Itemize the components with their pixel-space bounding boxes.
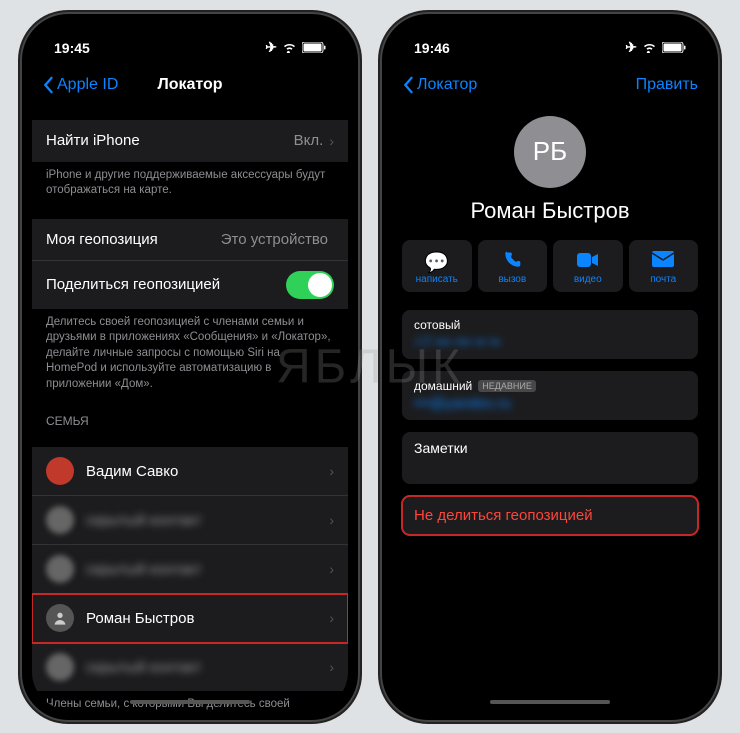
mobile-field[interactable]: сотовый +7 ••• ••• •• ••: [402, 310, 698, 359]
chevron-right-icon: ›: [329, 463, 334, 479]
avatar: [46, 457, 74, 485]
phone-left: 19:45 ✈ Apple ID Локатор Найти iPhone Вк…: [20, 12, 360, 722]
status-time: 19:45: [54, 40, 90, 56]
call-button[interactable]: вызов: [478, 240, 548, 292]
back-label: Apple ID: [57, 76, 118, 94]
field-label: сотовый: [414, 318, 686, 332]
edit-button[interactable]: Править: [636, 76, 698, 94]
stop-sharing-label: Не делиться геопозицией: [414, 507, 593, 524]
back-label: Локатор: [417, 76, 477, 94]
cell-label: Моя геопозиция: [46, 231, 221, 248]
action-label: почта: [629, 274, 699, 285]
person-name: Роман Быстров: [86, 610, 329, 627]
person-cell[interactable]: Вадим Савко›: [32, 447, 348, 496]
notch: [475, 24, 625, 50]
field-label: домашний: [414, 379, 472, 393]
person-name: Вадим Савко: [86, 463, 329, 480]
contact-avatar: РБ: [514, 116, 586, 188]
person-cell[interactable]: скрытый контакт›: [32, 545, 348, 594]
cell-value: Вкл.: [294, 132, 324, 149]
cell-label: Найти iPhone: [46, 132, 294, 149]
footer-text: iPhone и другие поддерживаемые аксессуар…: [32, 162, 348, 205]
chevron-right-icon: ›: [329, 561, 334, 577]
family-header: СЕМЬЯ: [32, 398, 348, 433]
mobile-value: +7 ••• ••• •• ••: [414, 334, 686, 351]
nav-bar: Локатор Править: [392, 64, 708, 106]
chevron-right-icon: ›: [329, 512, 334, 528]
mail-button[interactable]: почта: [629, 240, 699, 292]
message-icon: 💬: [402, 250, 472, 272]
avatar: [46, 555, 74, 583]
wifi-icon: [282, 40, 297, 56]
home-indicator[interactable]: [130, 700, 250, 704]
email-value: •••@yandex.ru: [414, 395, 686, 412]
phone-right: 19:46 ✈ Локатор Править РБ Роман Быстров…: [380, 12, 720, 722]
message-button[interactable]: 💬 написать: [402, 240, 472, 292]
home-email-field[interactable]: домашний НЕДАВНИЕ •••@yandex.ru: [402, 371, 698, 420]
battery-icon: [302, 40, 326, 56]
video-button[interactable]: видео: [553, 240, 623, 292]
person-name: скрытый контакт: [86, 659, 329, 676]
battery-icon: [662, 40, 686, 56]
nav-bar: Apple ID Локатор: [32, 64, 348, 106]
person-name: скрытый контакт: [86, 561, 329, 578]
contact-header: РБ Роман Быстров: [392, 106, 708, 240]
field-label: Заметки: [414, 440, 468, 456]
contact-name: Роман Быстров: [392, 198, 708, 224]
page-title: Локатор: [157, 76, 222, 94]
home-indicator[interactable]: [490, 700, 610, 704]
chevron-right-icon: ›: [329, 133, 334, 149]
find-iphone-cell[interactable]: Найти iPhone Вкл. ›: [32, 120, 348, 162]
action-label: написать: [402, 274, 472, 285]
stop-sharing-button[interactable]: Не делиться геопозицией: [402, 496, 698, 535]
person-name: скрытый контакт: [86, 512, 329, 529]
back-button[interactable]: Локатор: [402, 76, 477, 94]
chevron-right-icon: ›: [329, 610, 334, 626]
airplane-icon: ✈: [625, 39, 637, 56]
avatar: [46, 653, 74, 681]
phone-icon: [478, 250, 548, 272]
person-cell[interactable]: скрытый контакт›: [32, 643, 348, 691]
video-icon: [553, 250, 623, 272]
recent-badge: НЕДАВНИЕ: [478, 380, 536, 392]
mail-icon: [629, 250, 699, 272]
action-label: видео: [553, 274, 623, 285]
my-location-cell[interactable]: Моя геопозиция Это устройство: [32, 219, 348, 261]
status-time: 19:46: [414, 40, 450, 56]
cell-value: Это устройство: [221, 231, 328, 248]
avatar: [46, 604, 74, 632]
wifi-icon: [642, 40, 657, 56]
notch: [115, 24, 265, 50]
share-toggle[interactable]: [286, 271, 334, 299]
footer-text: Делитесь своей геопозицией с членами сем…: [32, 309, 348, 399]
action-label: вызов: [478, 274, 548, 285]
share-location-cell: Поделиться геопозицией: [32, 261, 348, 309]
avatar: [46, 506, 74, 534]
person-cell[interactable]: скрытый контакт›: [32, 496, 348, 545]
cell-label: Поделиться геопозицией: [46, 276, 286, 293]
person-cell[interactable]: Роман Быстров›: [32, 594, 348, 643]
notes-field[interactable]: Заметки: [402, 432, 698, 484]
back-button[interactable]: Apple ID: [42, 76, 118, 94]
airplane-icon: ✈: [265, 39, 277, 56]
chevron-right-icon: ›: [329, 659, 334, 675]
